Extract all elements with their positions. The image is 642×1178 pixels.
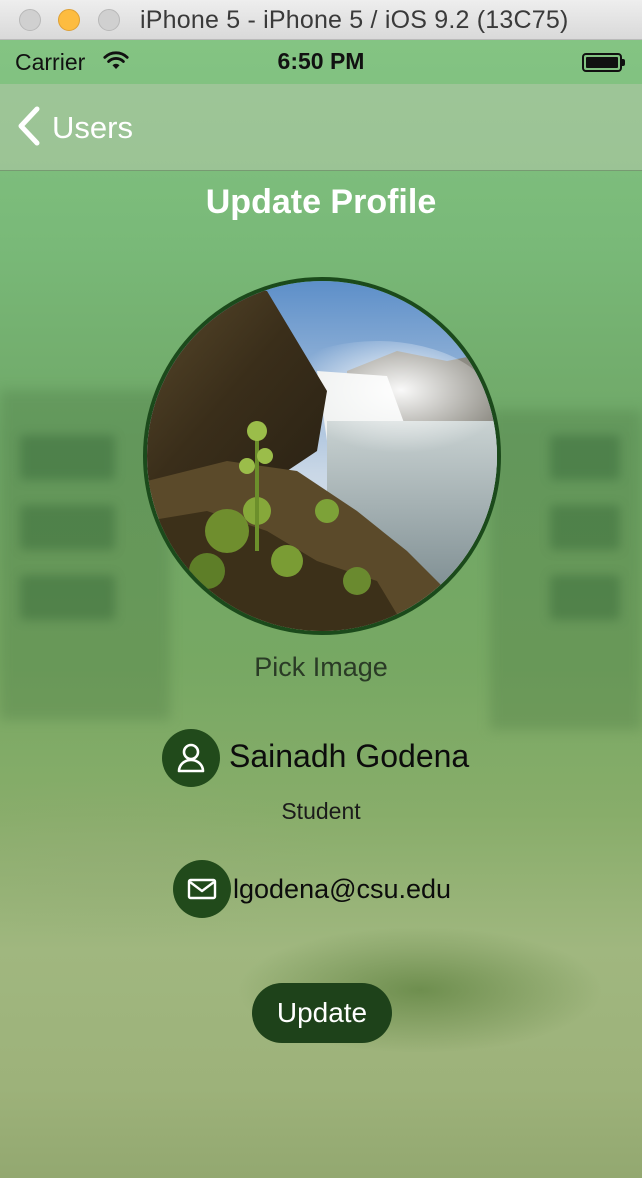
profile-image[interactable] (143, 277, 501, 635)
pick-image-button[interactable]: Pick Image (0, 652, 642, 683)
profile-role: Student (281, 798, 361, 824)
window-zoom-button[interactable] (98, 9, 120, 31)
profile-email: lgodena@csu.edu (233, 874, 452, 904)
battery-fill (586, 57, 618, 68)
profile-name: Sainadh Godena (229, 738, 470, 774)
window-close-button[interactable] (19, 9, 41, 31)
user-icon (177, 743, 205, 773)
background-window (550, 435, 620, 480)
mail-icon (187, 878, 217, 900)
background-window (20, 505, 115, 550)
chevron-left-icon (16, 106, 42, 151)
window-minimize-button[interactable] (58, 9, 80, 31)
background-window (550, 575, 620, 620)
page-title: Update Profile (205, 183, 437, 221)
navigation-bar: Users (0, 84, 642, 171)
window-titlebar: iPhone 5 - iPhone 5 / iOS 9.2 (13C75) (0, 0, 642, 40)
background-window (20, 435, 115, 480)
battery-icon (582, 53, 626, 72)
window-title: iPhone 5 - iPhone 5 / iOS 9.2 (13C75) (140, 6, 569, 34)
waterfall-photo (147, 281, 497, 631)
update-button[interactable]: Update (252, 983, 392, 1043)
mail-icon-badge (173, 860, 231, 918)
back-label: Users (52, 110, 133, 145)
user-icon-badge (162, 729, 220, 787)
background-window (20, 575, 115, 620)
device-screen: Carrier 6:50 PM Users Update Profile Pic… (0, 40, 642, 1178)
background-window (550, 505, 620, 550)
back-button[interactable]: Users (16, 106, 133, 150)
status-bar: Carrier 6:50 PM (0, 40, 642, 84)
status-time: 6:50 PM (277, 48, 365, 74)
